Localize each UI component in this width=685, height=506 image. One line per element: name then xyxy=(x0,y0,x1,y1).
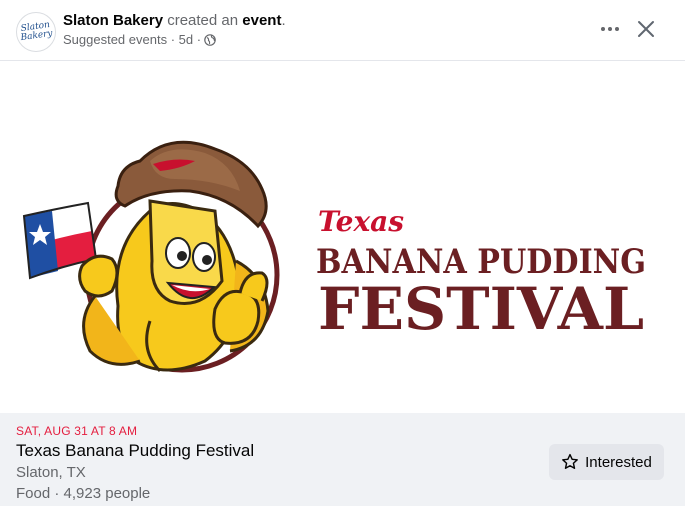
interested-label: Interested xyxy=(585,453,652,471)
author-name[interactable]: Slaton Bakery xyxy=(63,12,163,29)
post-meta: Suggested events · 5d · xyxy=(63,32,216,47)
post-header: Slaton Bakery Slaton Bakery created an ev… xyxy=(0,0,685,60)
star-icon xyxy=(562,453,579,470)
close-icon xyxy=(638,21,654,37)
globe-icon xyxy=(204,33,216,46)
event-location: Slaton, TX xyxy=(16,464,86,481)
event-category: Food · 4,923 people xyxy=(16,485,151,502)
avatar[interactable]: Slaton Bakery xyxy=(16,12,56,52)
logo-line2: FESTIVAL xyxy=(318,275,644,343)
more-options-button[interactable] xyxy=(596,17,624,41)
headline-verb: created an xyxy=(163,12,243,29)
headline-object[interactable]: event xyxy=(242,12,281,29)
event-title[interactable]: Texas Banana Pudding Festival xyxy=(16,441,254,461)
event-date: SAT, AUG 31 AT 8 AM xyxy=(16,424,138,438)
avatar-logo: Slaton Bakery xyxy=(19,20,54,44)
close-button[interactable] xyxy=(632,15,660,43)
post-meta-text[interactable]: Suggested events · 5d · xyxy=(63,32,201,47)
event-post: Slaton Bakery Slaton Bakery created an ev… xyxy=(0,0,685,506)
festival-logo: Texas BANANA PUDDING FESTIVAL xyxy=(22,140,646,373)
event-details[interactable]: SAT, AUG 31 AT 8 AM Texas Banana Pudding… xyxy=(0,413,685,506)
post-headline: Slaton Bakery created an event. xyxy=(63,12,286,29)
interested-button[interactable]: Interested xyxy=(549,444,664,480)
event-cover-image[interactable]: Texas BANANA PUDDING FESTIVAL xyxy=(0,60,685,413)
more-horizontal-icon xyxy=(601,27,619,31)
headline-period: . xyxy=(281,12,286,29)
logo-small-text: Texas xyxy=(318,205,404,238)
